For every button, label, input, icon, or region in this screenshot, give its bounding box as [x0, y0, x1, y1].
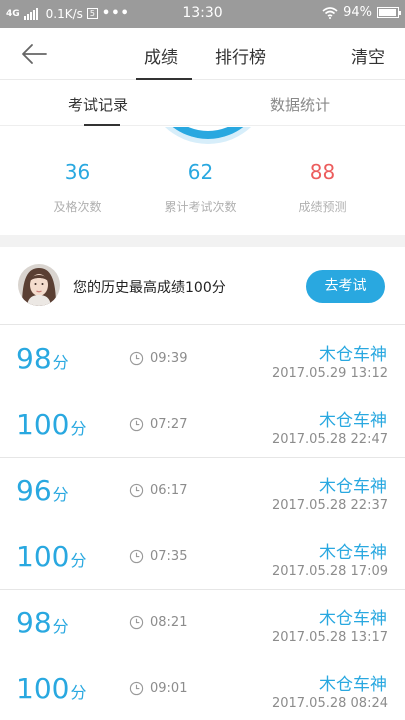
- battery-fill: [379, 9, 396, 16]
- score-unit: 分: [52, 485, 69, 504]
- score-unit: 分: [52, 617, 69, 636]
- stats-panel: 36 及格次数 62 累计考试次数 88 成绩预测: [0, 150, 405, 235]
- section-divider: [0, 235, 405, 247]
- record-name: 木仓车神: [319, 675, 387, 695]
- stat-label: 累计考试次数: [164, 200, 237, 214]
- stat-total-exams: 62 累计考试次数: [133, 150, 268, 215]
- record-score: 100分: [16, 672, 86, 705]
- stat-value: 36: [64, 160, 91, 184]
- best-score-row: 您的历史最高成绩100分 去考试: [0, 247, 405, 325]
- take-exam-button[interactable]: 去考试: [306, 270, 385, 303]
- record-duration: 07:35: [150, 549, 188, 564]
- score-unit: 分: [70, 419, 87, 438]
- record-date: 2017.05.28 08:24: [271, 696, 388, 711]
- score-unit: 分: [52, 353, 69, 372]
- subtabs: 考试记录 数据统计: [0, 80, 405, 126]
- record-score: 100分: [16, 408, 86, 441]
- record-row[interactable]: 98分 08:21 木仓车神 2017.05.28 13:17: [0, 590, 405, 656]
- record-score: 100分: [16, 540, 86, 573]
- subtab-exam-records[interactable]: 考试记录: [68, 94, 128, 115]
- stat-value: 88: [309, 160, 336, 184]
- record-row[interactable]: 100分 09:01 木仓车神 2017.05.28 08:24: [0, 656, 405, 720]
- score-unit: 分: [70, 551, 87, 570]
- avatar: [18, 264, 60, 306]
- record-duration: 07:27: [150, 417, 188, 432]
- record-date: 2017.05.28 17:09: [271, 564, 388, 579]
- score-value: 100: [16, 408, 70, 441]
- exam-record-list: 98分 09:39 木仓车神 2017.05.29 13:12 100分 07:…: [0, 326, 405, 720]
- record-score: 96分: [16, 474, 69, 507]
- record-name: 木仓车神: [319, 477, 387, 497]
- score-value: 98: [16, 606, 52, 639]
- score-value: 98: [16, 342, 52, 375]
- status-bar: 4G 0.1K/s 5 ••• 13:30 94%: [0, 0, 405, 28]
- score-value: 100: [16, 672, 70, 705]
- score-ring: [150, 127, 266, 139]
- status-right: 94%: [322, 5, 401, 20]
- score-value: 100: [16, 540, 70, 573]
- record-date: 2017.05.28 22:47: [271, 432, 388, 447]
- active-subtab-indicator: [84, 124, 120, 126]
- clear-button[interactable]: 清空: [351, 43, 385, 68]
- record-name: 木仓车神: [319, 543, 387, 563]
- record-row[interactable]: 98分 09:39 木仓车神 2017.05.29 13:12: [0, 326, 405, 392]
- record-duration: 09:39: [150, 351, 188, 366]
- clock-icon: [129, 417, 144, 432]
- tab-leaderboard[interactable]: 排行榜: [215, 43, 266, 68]
- clock-icon: [129, 483, 144, 498]
- record-date: 2017.05.29 13:12: [271, 366, 388, 381]
- stat-pass-count: 36 及格次数: [10, 150, 145, 215]
- battery-icon: [377, 7, 401, 18]
- clock-icon: [129, 615, 144, 630]
- header: 成绩 排行榜 清空: [0, 28, 405, 80]
- stat-value: 62: [187, 160, 214, 184]
- battery-percent: 94%: [343, 5, 372, 20]
- stat-label: 成绩预测: [298, 200, 347, 214]
- record-row[interactable]: 100分 07:27 木仓车神 2017.05.28 22:47: [0, 392, 405, 458]
- clock-icon: [129, 681, 144, 696]
- record-duration: 08:21: [150, 615, 188, 630]
- record-score: 98分: [16, 606, 69, 639]
- record-duration: 09:01: [150, 681, 188, 696]
- subtab-data-stats[interactable]: 数据统计: [270, 94, 330, 115]
- score-value: 96: [16, 474, 52, 507]
- clock-icon: [129, 549, 144, 564]
- arrow-left-icon[interactable]: [20, 42, 48, 66]
- record-name: 木仓车神: [319, 609, 387, 629]
- record-name: 木仓车神: [319, 345, 387, 365]
- record-row[interactable]: 100分 07:35 木仓车神 2017.05.28 17:09: [0, 524, 405, 590]
- tab-scores[interactable]: 成绩: [144, 43, 178, 68]
- record-duration: 06:17: [150, 483, 188, 498]
- record-score: 98分: [16, 342, 69, 375]
- record-date: 2017.05.28 22:37: [271, 498, 388, 513]
- clock-icon: [129, 351, 144, 366]
- stat-label: 及格次数: [53, 200, 102, 214]
- record-row[interactable]: 96分 06:17 木仓车神 2017.05.28 22:37: [0, 458, 405, 524]
- record-name: 木仓车神: [319, 411, 387, 431]
- wifi-icon: [322, 6, 338, 19]
- score-ring-container: [0, 127, 405, 145]
- record-date: 2017.05.28 13:17: [271, 630, 388, 645]
- score-unit: 分: [70, 683, 87, 702]
- best-score-text: 您的历史最高成绩100分: [73, 280, 226, 296]
- stat-score-prediction: 88 成绩预测: [255, 150, 390, 215]
